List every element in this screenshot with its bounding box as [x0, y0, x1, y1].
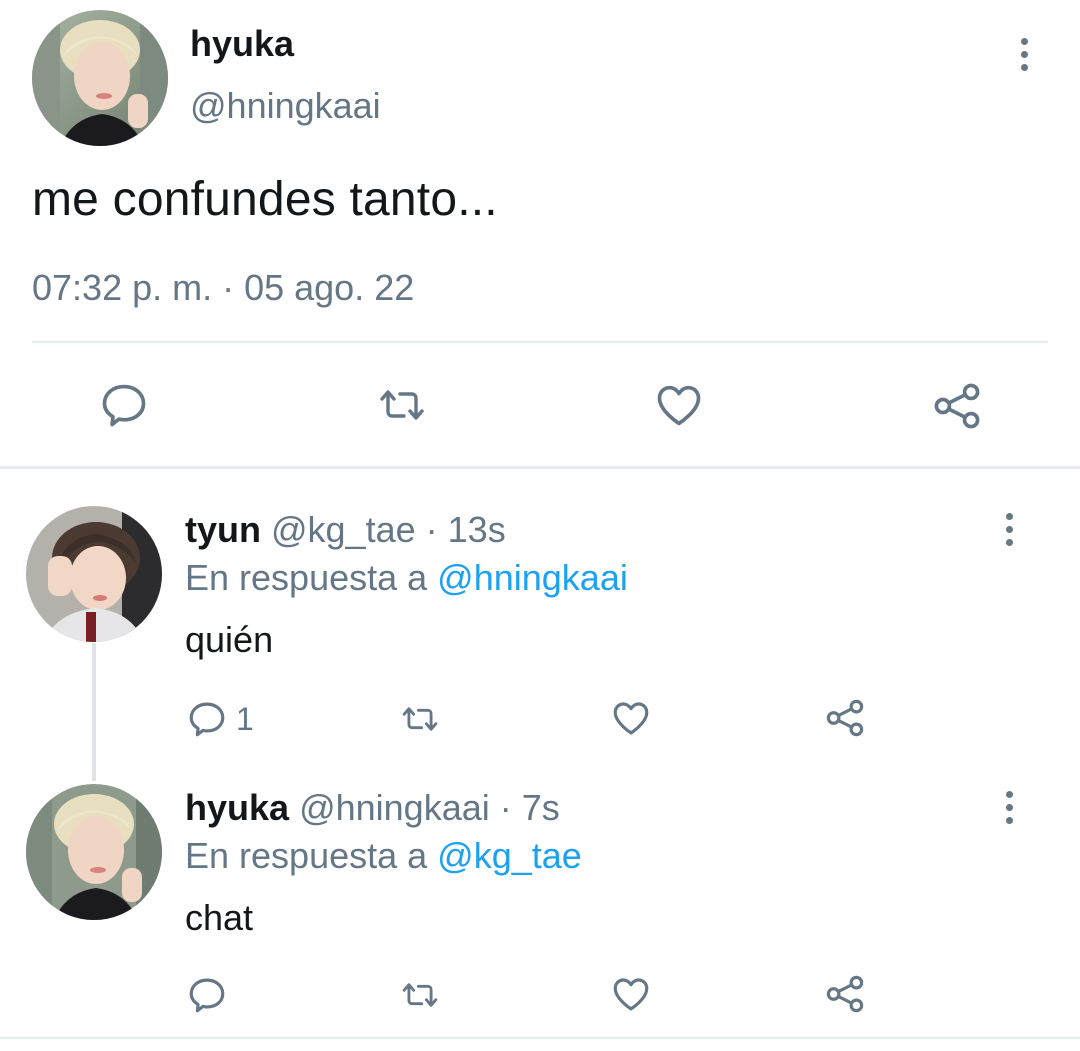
share-icon [826, 699, 864, 737]
reply-icon [189, 702, 225, 737]
heart-icon [613, 978, 649, 1011]
like-button[interactable] [610, 697, 652, 739]
like-button[interactable] [653, 379, 705, 431]
avatar[interactable] [32, 10, 168, 146]
display-name[interactable]: tyun [185, 509, 261, 550]
heart-icon [613, 702, 649, 735]
more-options-icon[interactable] [1009, 34, 1039, 74]
mention-link[interactable]: @kg_tae [437, 835, 582, 876]
display-name[interactable]: hyuka [185, 787, 289, 828]
like-button[interactable] [610, 973, 652, 1015]
reply-text: quién [185, 619, 274, 660]
user-handle[interactable]: @hningkaai [299, 787, 490, 828]
reply-prefix: En respuesta a [185, 835, 438, 876]
avatar[interactable] [26, 506, 162, 642]
heart-icon [657, 385, 701, 426]
separator: · [489, 787, 522, 828]
thread-connector [92, 643, 96, 781]
tweet-text: me confundes tanto... [32, 173, 498, 226]
reply-context: En respuesta a @kg_tae [185, 834, 582, 878]
reply-context: En respuesta a @hningkaai [185, 556, 628, 600]
user-handle[interactable]: @hningkaai [190, 84, 381, 128]
share-icon [826, 975, 864, 1013]
share-icon [934, 383, 980, 429]
share-button[interactable] [823, 697, 867, 739]
reply-count: 1 [236, 701, 254, 737]
retweet-icon [402, 707, 438, 731]
separator: · [415, 509, 448, 550]
display-name[interactable]: hyuka [190, 22, 294, 66]
reply-button[interactable] [186, 974, 228, 1016]
avatar[interactable] [26, 784, 162, 920]
reply-time: 7s [521, 787, 560, 828]
section-divider [0, 466, 1080, 469]
more-options-icon[interactable] [994, 787, 1024, 827]
retweet-icon [380, 390, 424, 420]
reply-text: chat [185, 897, 254, 938]
mention-link[interactable]: @hningkaai [437, 557, 628, 598]
user-handle[interactable]: @kg_tae [271, 509, 416, 550]
retweet-button[interactable] [372, 381, 432, 429]
more-options-icon[interactable] [994, 509, 1024, 549]
tweet-timestamp: 07:32 p. m. · 05 ago. 22 [32, 267, 415, 308]
reply-icon [189, 978, 225, 1013]
tweet-detail-screen: hyuka @hningkaai me confundes tanto... 0… [0, 0, 1080, 1051]
share-button[interactable] [930, 380, 984, 432]
share-button[interactable] [823, 973, 867, 1015]
reply-prefix: En respuesta a [185, 557, 438, 598]
retweet-icon [402, 983, 438, 1007]
retweet-button[interactable] [396, 700, 444, 738]
divider [32, 341, 1048, 343]
reply-header: hyuka @hningkaai · 7s [185, 786, 560, 830]
reply-header: tyun @kg_tae · 13s [185, 508, 506, 552]
reply-button[interactable] [98, 379, 150, 431]
reply-button[interactable]: 1 [186, 698, 254, 740]
reply-icon [102, 384, 146, 427]
retweet-button[interactable] [396, 976, 444, 1014]
reply-time: 13s [447, 509, 506, 550]
divider [0, 1037, 1080, 1039]
